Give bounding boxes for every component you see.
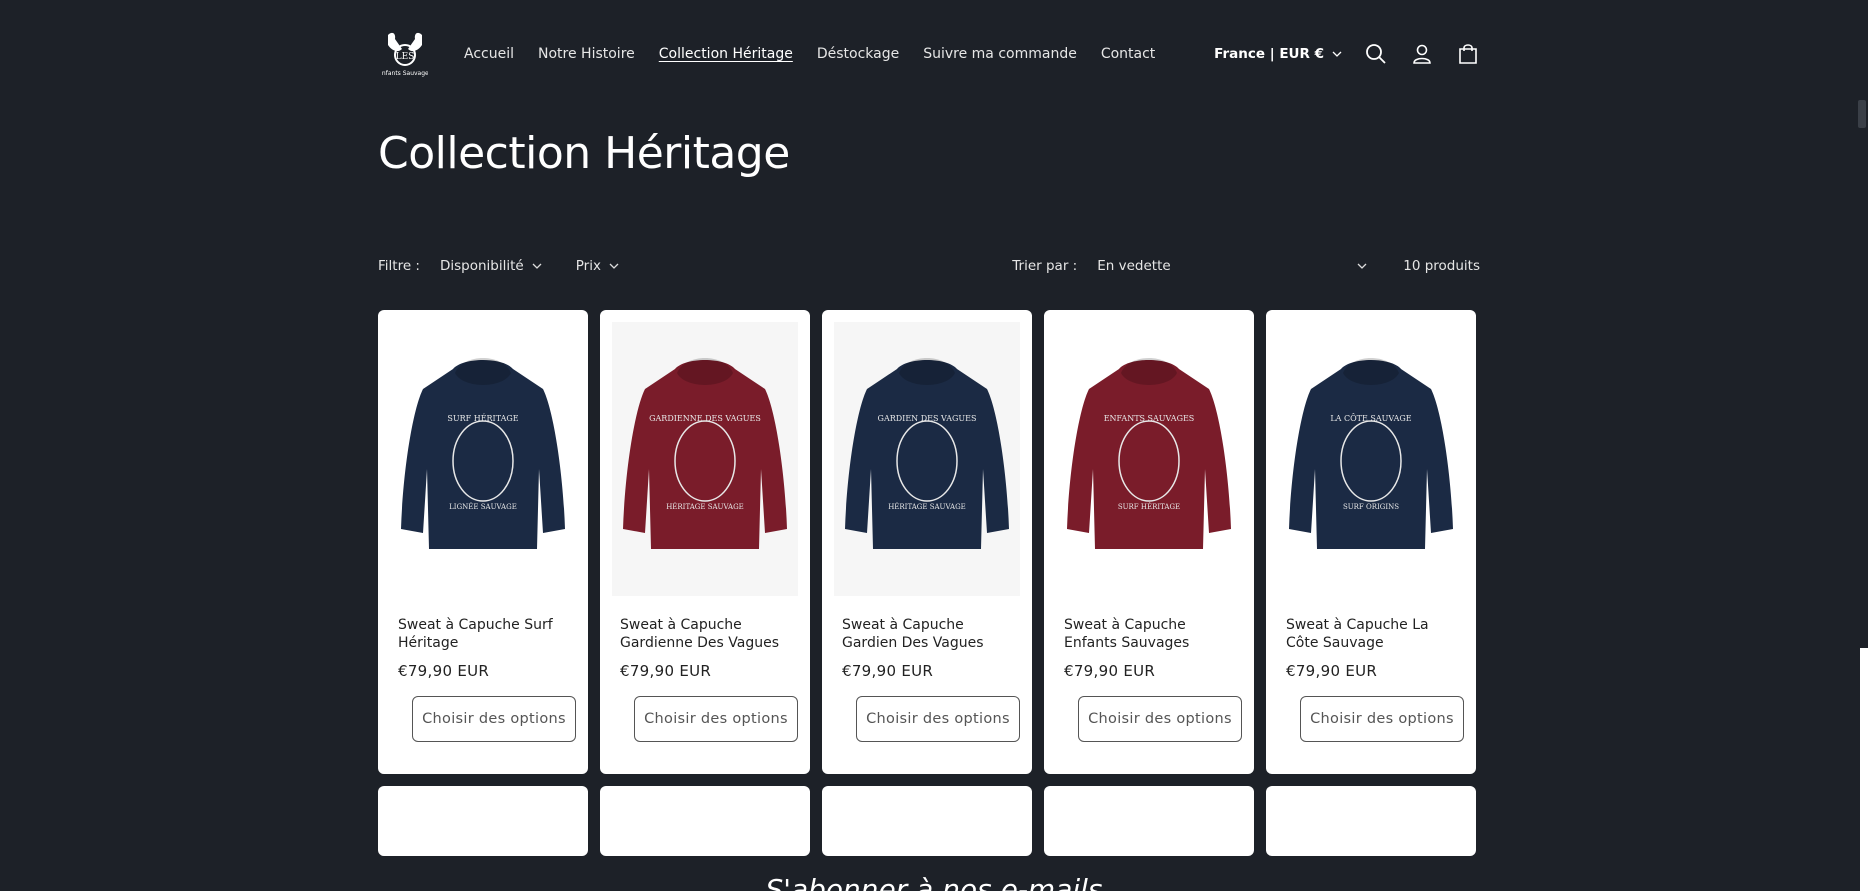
hoodie-body — [623, 360, 787, 549]
filter-bar: Filtre : Disponibilité Prix Trier par : … — [378, 254, 1480, 278]
search-icon — [1366, 44, 1386, 64]
product-image[interactable]: SURF HÉRITAGE LIGNÉE SAUVAGE — [390, 322, 576, 596]
product-price: €79,90 EUR — [1286, 662, 1378, 680]
newsletter-title: S'abonner à nos e-mails — [765, 873, 1103, 891]
sort-label: Trier par : — [1012, 258, 1078, 274]
print-top-text: GARDIEN DES VAGUES — [878, 414, 977, 423]
chevron-down-icon — [532, 263, 542, 269]
hoodie-image: GARDIENNE DES VAGUES HÉRITAGE SAUVAGE — [623, 358, 787, 549]
product-name[interactable]: Sweat à Capuche Enfants Sauvages — [1064, 616, 1234, 652]
choose-options-button[interactable]: Choisir des options — [634, 696, 798, 742]
hoodie-image: ENFANTS SAUVAGES SURF HÉRITAGE — [1067, 358, 1231, 549]
product-image[interactable]: ENFANTS SAUVAGES SURF HÉRITAGE — [1056, 322, 1242, 596]
hoodie-body — [845, 360, 1009, 549]
site-header: LES Enfants Sauvages Accueil Notre Histo… — [378, 22, 1480, 86]
svg-text:Enfants Sauvages: Enfants Sauvages — [382, 70, 428, 77]
product-card[interactable] — [1266, 786, 1476, 856]
price-label: Prix — [575, 258, 601, 274]
product-price: €79,90 EUR — [1064, 662, 1156, 680]
hoodie-body — [1289, 360, 1453, 549]
country-label: France | EUR € — [1214, 46, 1324, 62]
page-title: Collection Héritage — [378, 128, 790, 179]
nav-notre-histoire[interactable]: Notre Histoire — [538, 46, 635, 62]
product-name[interactable]: Sweat à Capuche Gardien Des Vagues — [842, 616, 1012, 652]
product-card[interactable] — [1044, 786, 1254, 856]
hoodie-image: SURF HÉRITAGE LIGNÉE SAUVAGE — [401, 358, 565, 549]
product-card[interactable]: ENFANTS SAUVAGES SURF HÉRITAGE Sweat à Ca… — [1044, 310, 1254, 774]
product-image[interactable]: LA CÔTE SAUVAGE SURF ORIGINS — [1278, 322, 1464, 596]
product-card[interactable] — [600, 786, 810, 856]
hoodie-body — [1067, 360, 1231, 549]
hoodie-image: LA CÔTE SAUVAGE SURF ORIGINS — [1289, 358, 1453, 549]
main-nav: Accueil Notre Histoire Collection Hérita… — [464, 46, 1179, 62]
product-image[interactable]: GARDIEN DES VAGUES HÉRITAGE SAUVAGE — [834, 322, 1020, 596]
account-button[interactable] — [1410, 42, 1434, 66]
cart-icon — [1459, 44, 1477, 64]
print-bottom-text: HÉRITAGE SAUVAGE — [666, 502, 744, 511]
logo[interactable]: LES Enfants Sauvages — [378, 27, 432, 81]
product-card[interactable] — [822, 786, 1032, 856]
filter-label: Filtre : — [378, 258, 420, 274]
chevron-down-icon — [1332, 51, 1342, 57]
availability-filter[interactable]: Disponibilité — [440, 258, 542, 274]
logo-icon: LES Enfants Sauvages — [382, 32, 428, 77]
product-card[interactable]: LA CÔTE SAUVAGE SURF ORIGINS Sweat à Capu… — [1266, 310, 1476, 774]
product-card[interactable]: GARDIENNE DES VAGUES HÉRITAGE SAUVAGE Swe… — [600, 310, 810, 774]
availability-label: Disponibilité — [439, 258, 524, 274]
sort-value: En vedette — [1097, 258, 1171, 274]
scrollbar-thumb[interactable] — [1858, 100, 1866, 128]
sort-select[interactable]: En vedette — [1097, 258, 1367, 274]
print-top-text: LA CÔTE SAUVAGE — [1330, 414, 1411, 423]
product-grid: SURF HÉRITAGE LIGNÉE SAUVAGE Sweat à Capu… — [378, 310, 1480, 856]
chevron-down-icon — [1357, 263, 1367, 269]
print-top-text: ENFANTS SAUVAGES — [1104, 414, 1195, 423]
edge-panel — [1860, 648, 1868, 891]
search-button[interactable] — [1364, 42, 1388, 66]
choose-options-button[interactable]: Choisir des options — [1300, 696, 1464, 742]
choose-options-button[interactable]: Choisir des options — [412, 696, 576, 742]
chevron-down-icon — [609, 263, 619, 269]
choose-options-button[interactable]: Choisir des options — [1078, 696, 1242, 742]
hoodie-body — [401, 360, 565, 549]
product-card[interactable] — [378, 786, 588, 856]
cart-button[interactable] — [1456, 42, 1480, 66]
product-name[interactable]: Sweat à Capuche Gardienne Des Vagues — [620, 616, 790, 652]
print-top-text: SURF HÉRITAGE — [447, 414, 518, 423]
product-name[interactable]: Sweat à Capuche Surf Héritage — [398, 616, 568, 652]
price-filter[interactable]: Prix — [576, 258, 619, 274]
print-bottom-text: SURF HÉRITAGE — [1118, 502, 1180, 511]
nav-destockage[interactable]: Déstockage — [817, 46, 899, 62]
product-price: €79,90 EUR — [398, 662, 490, 680]
product-image[interactable]: GARDIENNE DES VAGUES HÉRITAGE SAUVAGE — [612, 322, 798, 596]
header-actions: France | EUR € — [1214, 42, 1480, 66]
hoodie-image: GARDIEN DES VAGUES HÉRITAGE SAUVAGE — [845, 358, 1009, 549]
product-card[interactable]: GARDIEN DES VAGUES HÉRITAGE SAUVAGE Sweat… — [822, 310, 1032, 774]
choose-options-button[interactable]: Choisir des options — [856, 696, 1020, 742]
nav-suivre-commande[interactable]: Suivre ma commande — [923, 46, 1077, 62]
nav-accueil[interactable]: Accueil — [464, 46, 514, 62]
product-name[interactable]: Sweat à Capuche La Côte Sauvage — [1286, 616, 1456, 652]
sort-control: Trier par : En vedette — [1012, 258, 1367, 274]
country-selector[interactable]: France | EUR € — [1214, 46, 1342, 62]
print-bottom-text: SURF ORIGINS — [1343, 503, 1399, 511]
svg-text:LES: LES — [396, 52, 415, 62]
nav-collection-heritage[interactable]: Collection Héritage — [659, 46, 793, 62]
nav-contact[interactable]: Contact — [1101, 46, 1155, 62]
product-count: 10 produits — [1403, 258, 1480, 274]
product-price: €79,90 EUR — [620, 662, 712, 680]
print-bottom-text: LIGNÉE SAUVAGE — [449, 502, 517, 511]
product-price: €79,90 EUR — [842, 662, 934, 680]
print-bottom-text: HÉRITAGE SAUVAGE — [888, 502, 966, 511]
product-card[interactable]: SURF HÉRITAGE LIGNÉE SAUVAGE Sweat à Capu… — [378, 310, 588, 774]
user-icon — [1413, 44, 1431, 64]
print-top-text: GARDIENNE DES VAGUES — [649, 414, 761, 423]
